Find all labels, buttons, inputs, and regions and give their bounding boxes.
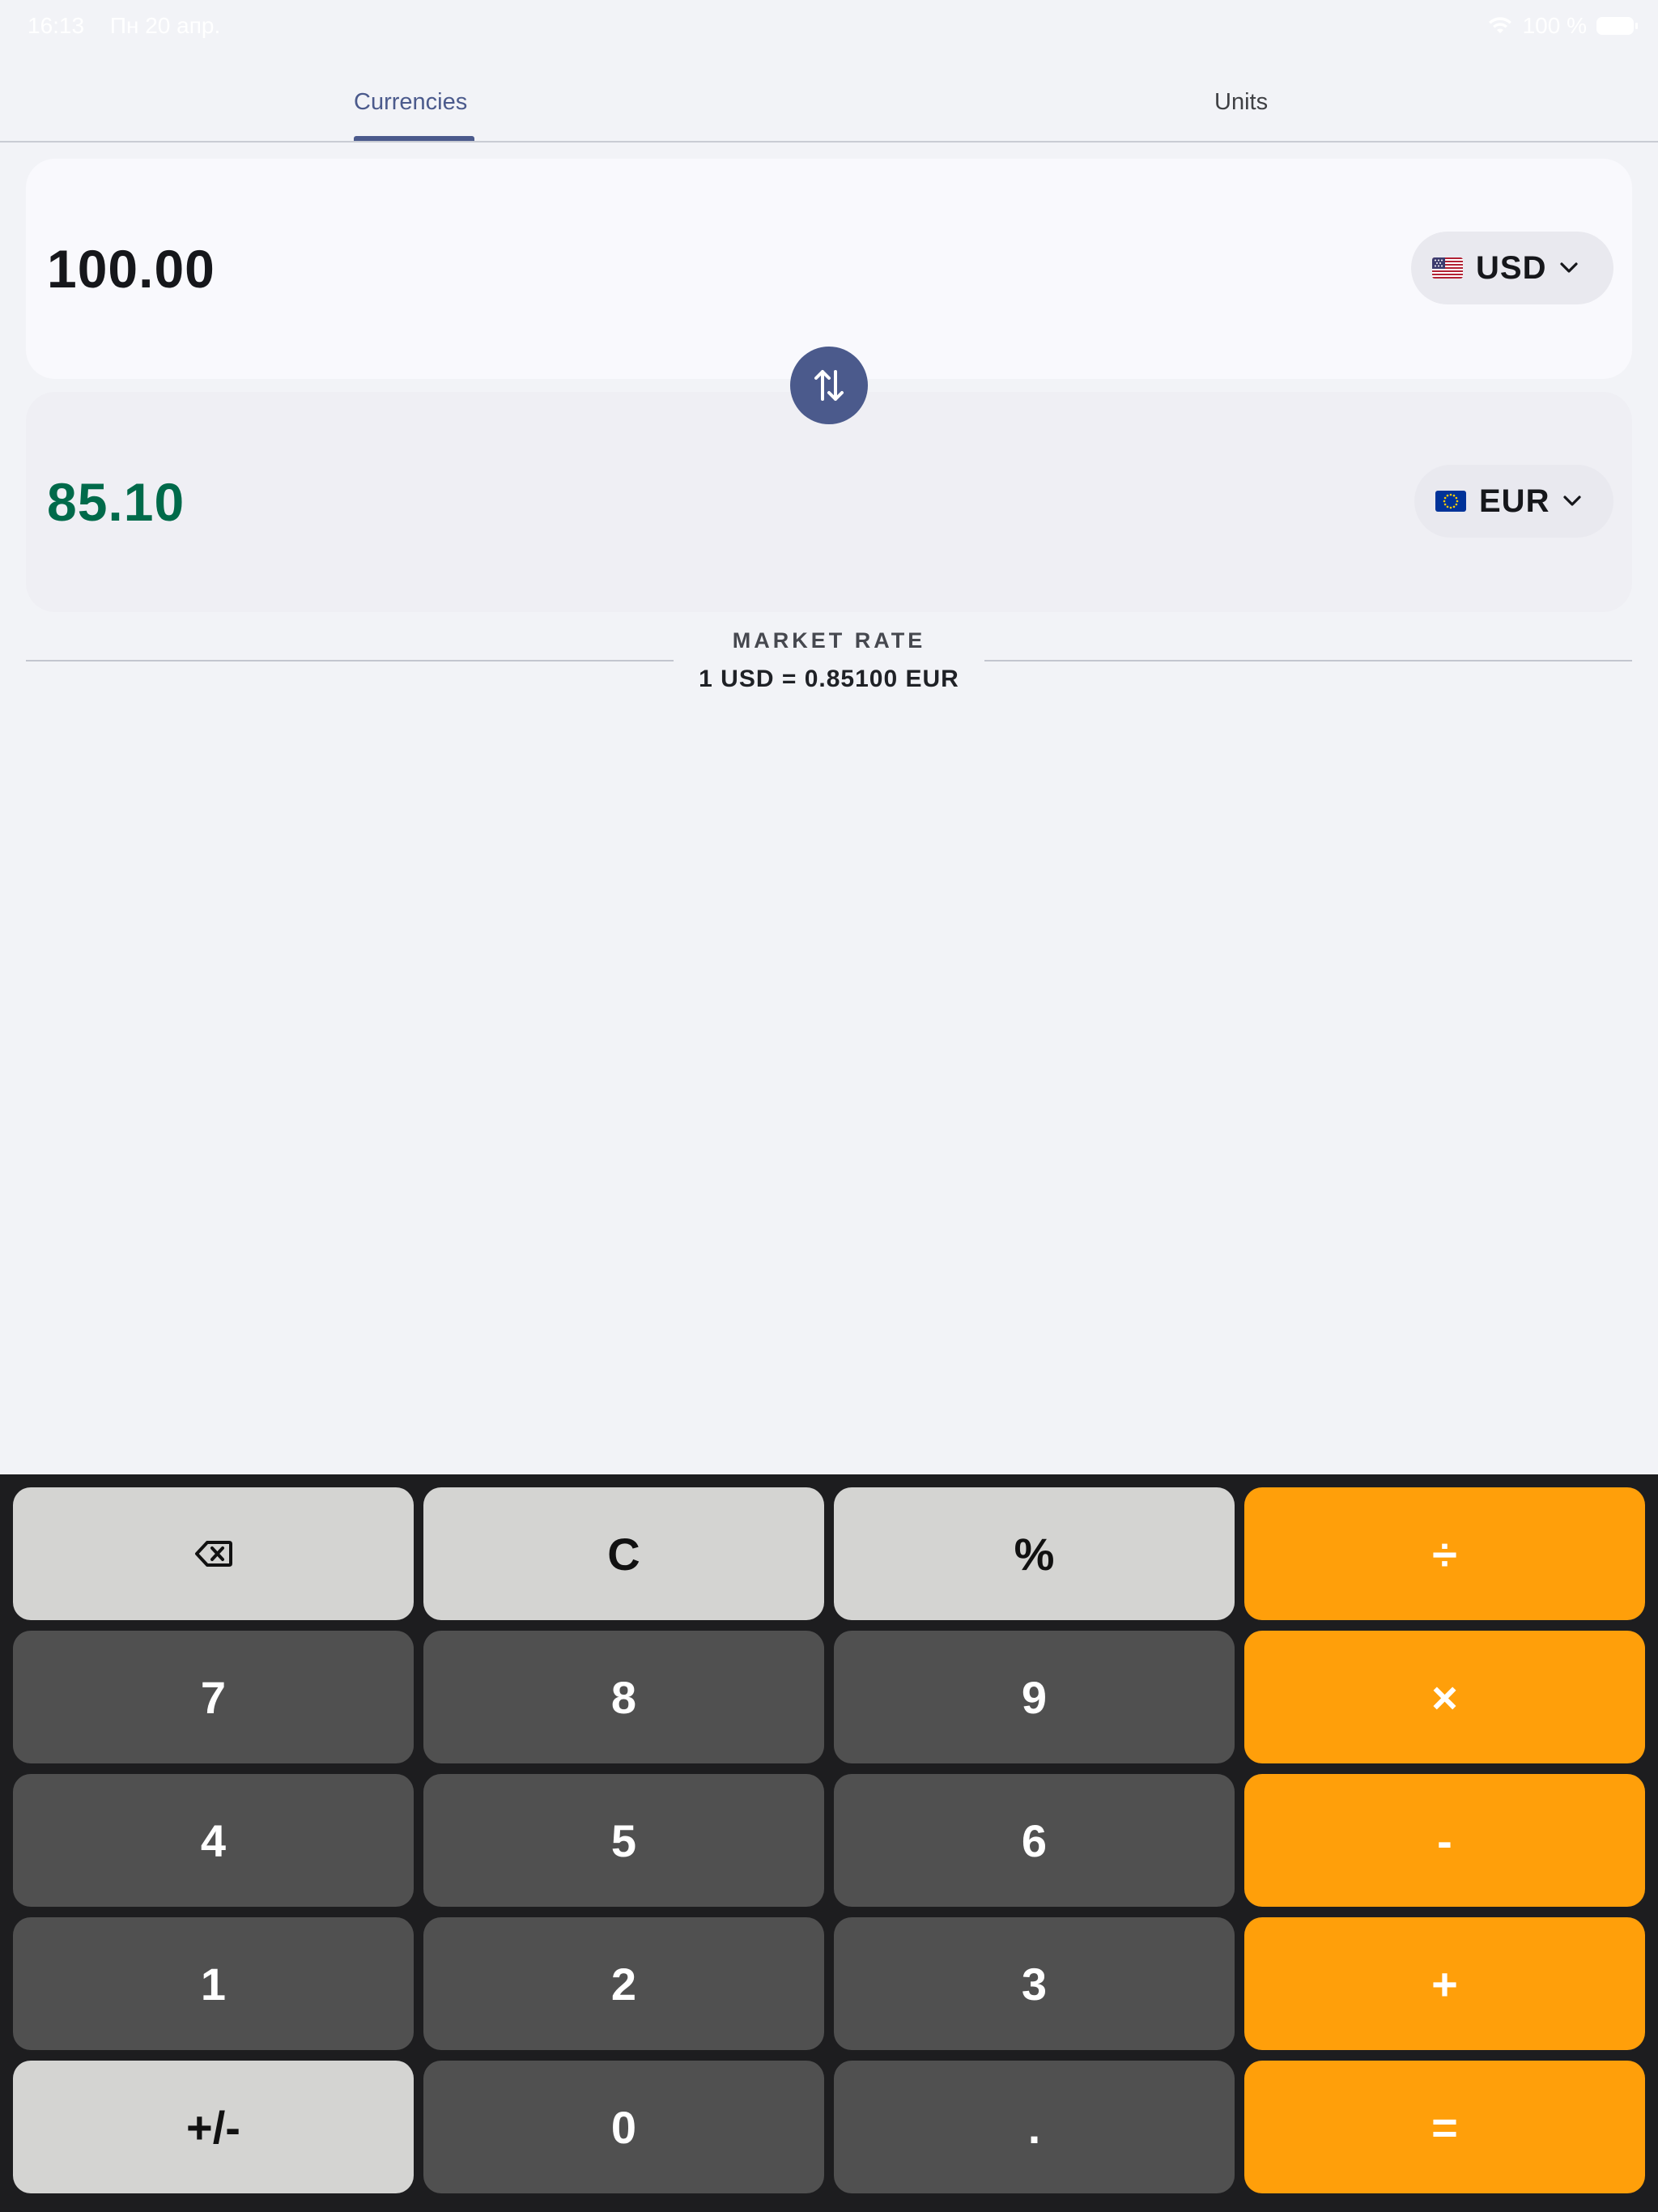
swap-arrows-icon: [814, 370, 844, 401]
backspace-button[interactable]: [13, 1487, 414, 1620]
rate-divider-right: [984, 660, 1632, 661]
battery-icon: [1596, 17, 1638, 35]
clear-button[interactable]: C: [423, 1487, 824, 1620]
from-currency-select[interactable]: USD: [1411, 232, 1613, 304]
subtract-button[interactable]: -: [1244, 1774, 1645, 1907]
to-currency-code: EUR: [1479, 483, 1550, 519]
active-tab-indicator: [354, 136, 474, 141]
eu-flag-icon: [1435, 491, 1466, 512]
backspace-icon: [194, 1541, 232, 1567]
digit-4-button[interactable]: 4: [13, 1774, 414, 1907]
to-amount: 85.10: [47, 472, 185, 532]
status-left: 16:13 Пн 20 апр.: [28, 13, 240, 39]
market-rate-label: MARKET RATE: [732, 628, 926, 653]
digit-0-button[interactable]: 0: [423, 2061, 824, 2193]
from-currency-code: USD: [1476, 249, 1547, 286]
tab-currencies[interactable]: Currencies: [354, 89, 467, 141]
digit-6-button[interactable]: 6: [834, 1774, 1235, 1907]
divide-button[interactable]: ÷: [1244, 1487, 1645, 1620]
multiply-button[interactable]: ×: [1244, 1631, 1645, 1763]
chevron-down-icon: [1563, 496, 1582, 506]
status-right: 100 %: [1487, 13, 1638, 39]
from-amount[interactable]: 100.00: [47, 238, 215, 300]
sign-toggle-button[interactable]: +/-: [13, 2061, 414, 2193]
swap-currencies-button[interactable]: [790, 347, 868, 424]
to-currency-select[interactable]: EUR: [1414, 465, 1613, 538]
digit-7-button[interactable]: 7: [13, 1631, 414, 1763]
status-date: Пн 20 апр.: [109, 13, 221, 38]
digit-3-button[interactable]: 3: [834, 1917, 1235, 2050]
rate-divider-left: [26, 660, 674, 661]
digit-8-button[interactable]: 8: [423, 1631, 824, 1763]
tab-bar: Currencies Units: [0, 74, 1658, 143]
add-button[interactable]: +: [1244, 1917, 1645, 2050]
decimal-point-button[interactable]: .: [834, 2061, 1235, 2193]
percent-button[interactable]: %: [834, 1487, 1235, 1620]
us-flag-icon: [1432, 257, 1463, 279]
digit-2-button[interactable]: 2: [423, 1917, 824, 2050]
wifi-icon: [1488, 17, 1511, 33]
status-time: 16:13: [28, 13, 85, 38]
digit-9-button[interactable]: 9: [834, 1631, 1235, 1763]
digit-5-button[interactable]: 5: [423, 1774, 824, 1907]
digit-1-button[interactable]: 1: [13, 1917, 414, 2050]
to-currency-card: 85.10 EUR: [26, 392, 1632, 612]
calculator-keypad: C % ÷ 7 8 9 × 4 5 6 - 1 2 3 + +/- 0 . =: [0, 1474, 1658, 2212]
market-rate-value: 1 USD = 0.85100 EUR: [699, 666, 959, 692]
equals-button[interactable]: =: [1244, 2061, 1645, 2193]
chevron-down-icon: [1560, 262, 1579, 273]
tab-units[interactable]: Units: [1214, 89, 1268, 141]
battery-percent: 100 %: [1522, 13, 1587, 38]
status-bar: 16:13 Пн 20 апр. 100 %: [0, 0, 1658, 52]
